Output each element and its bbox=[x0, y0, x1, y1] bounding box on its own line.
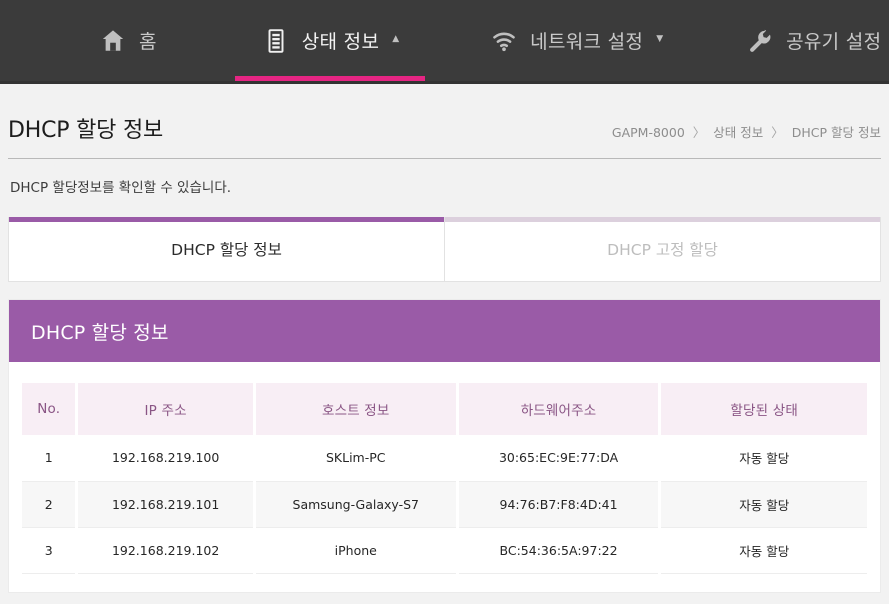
dhcp-allocation-panel: DHCP 할당 정보 No. IP 주소 호스트 정보 하드웨어주소 할당된 상… bbox=[8, 299, 881, 593]
wrench-icon bbox=[745, 26, 775, 56]
breadcrumb-separator-1: 〉 bbox=[692, 125, 706, 140]
page-header-row: DHCP 할당 정보 GAPM-8000 〉 상태 정보 〉 DHCP 할당 정… bbox=[8, 112, 881, 159]
breadcrumb-separator-2: 〉 bbox=[771, 125, 784, 140]
chevron-down-icon-network: ▼ bbox=[656, 34, 664, 44]
breadcrumb-current: DHCP 할당 정보 bbox=[791, 125, 881, 140]
nav-label-home: 홈 bbox=[139, 31, 157, 53]
cell-no: 1 bbox=[22, 435, 79, 482]
cell-host: iPhone bbox=[254, 527, 459, 574]
cell-state: 자동 할당 bbox=[659, 481, 867, 528]
table-row: 1 192.168.219.100 SKLim-PC 30:65:EC:9E:7… bbox=[22, 435, 867, 482]
column-header-state: 할당된 상태 bbox=[659, 383, 867, 435]
page-header: DHCP 할당 정보 GAPM-8000 〉 상태 정보 〉 DHCP 할당 정… bbox=[0, 84, 889, 196]
cell-mac: 94:76:B7:F8:4D:41 bbox=[457, 481, 662, 528]
tab-label-dhcp-static-allocation: DHCP 고정 할당 bbox=[607, 241, 718, 259]
chevron-up-icon: ▲ bbox=[392, 34, 400, 44]
tab-dhcp-allocation-info[interactable]: DHCP 할당 정보 bbox=[8, 217, 445, 282]
nav-label-status-info: 상태 정보 bbox=[301, 31, 380, 53]
cell-state: 자동 할당 bbox=[659, 527, 867, 574]
breadcrumb: GAPM-8000 〉 상태 정보 〉 DHCP 할당 정보 bbox=[612, 122, 881, 141]
cell-ip: 192.168.219.102 bbox=[76, 527, 256, 574]
nav-item-router-settings[interactable]: 공유기 설정 ▼ bbox=[719, 0, 889, 81]
tab-label-dhcp-allocation-info: DHCP 할당 정보 bbox=[171, 241, 282, 259]
main-navigation-bar: 홈 상태 정보 ▲ 네트워크 설정 ▼ 공유기 설정 bbox=[0, 0, 889, 84]
column-header-mac: 하드웨어주소 bbox=[457, 383, 662, 435]
wifi-icon bbox=[489, 26, 519, 56]
table-header: No. IP 주소 호스트 정보 하드웨어주소 할당된 상태 bbox=[22, 383, 867, 435]
tab-bar: DHCP 할당 정보 DHCP 고정 할당 bbox=[8, 217, 881, 282]
page-description: DHCP 할당정보를 확인할 수 있습니다. bbox=[10, 180, 232, 196]
tab-dhcp-static-allocation[interactable]: DHCP 고정 할당 bbox=[445, 217, 881, 282]
panel-body: No. IP 주소 호스트 정보 하드웨어주소 할당된 상태 1 192.168… bbox=[9, 362, 880, 592]
cell-host: Samsung-Galaxy-S7 bbox=[254, 481, 459, 528]
panel-header: DHCP 할당 정보 bbox=[9, 300, 880, 362]
panel-title: DHCP 할당 정보 bbox=[31, 321, 169, 344]
cell-no: 2 bbox=[22, 481, 79, 528]
table-body: 1 192.168.219.100 SKLim-PC 30:65:EC:9E:7… bbox=[22, 435, 867, 574]
table-row: 3 192.168.219.102 iPhone BC:54:36:5A:97:… bbox=[22, 527, 867, 574]
cell-state: 자동 할당 bbox=[659, 435, 867, 482]
column-header-ip: IP 주소 bbox=[76, 383, 256, 435]
nav-item-network-settings[interactable]: 네트워크 설정 ▼ bbox=[463, 0, 689, 81]
column-header-no: No. bbox=[22, 383, 79, 435]
cell-no: 3 bbox=[22, 527, 79, 574]
tab-inactive-indicator bbox=[445, 217, 880, 222]
nav-item-home[interactable]: 홈 bbox=[72, 0, 183, 81]
nav-label-router-settings: 공유기 설정 bbox=[786, 31, 882, 53]
nav-item-status-info[interactable]: 상태 정보 ▲ bbox=[234, 0, 426, 81]
cell-ip: 192.168.219.101 bbox=[76, 481, 256, 528]
column-header-host: 호스트 정보 bbox=[254, 383, 459, 435]
cell-host: SKLim-PC bbox=[254, 435, 459, 482]
dhcp-allocation-table: No. IP 주소 호스트 정보 하드웨어주소 할당된 상태 1 192.168… bbox=[22, 383, 867, 574]
cell-mac: 30:65:EC:9E:77:DA bbox=[457, 435, 662, 482]
table-row: 2 192.168.219.101 Samsung-Galaxy-S7 94:7… bbox=[22, 481, 867, 528]
cell-mac: BC:54:36:5A:97:22 bbox=[457, 527, 662, 574]
document-list-icon bbox=[261, 26, 291, 56]
breadcrumb-device: GAPM-8000 bbox=[611, 125, 685, 140]
nav-label-network-settings: 네트워크 설정 bbox=[530, 31, 644, 53]
active-nav-underline bbox=[234, 76, 426, 81]
breadcrumb-section[interactable]: 상태 정보 bbox=[713, 125, 763, 140]
table-header-row: No. IP 주소 호스트 정보 하드웨어주소 할당된 상태 bbox=[22, 383, 867, 435]
tab-active-indicator bbox=[9, 217, 444, 222]
cell-ip: 192.168.219.100 bbox=[76, 435, 256, 482]
page-title: DHCP 할당 정보 bbox=[8, 118, 164, 143]
home-icon bbox=[98, 26, 128, 56]
